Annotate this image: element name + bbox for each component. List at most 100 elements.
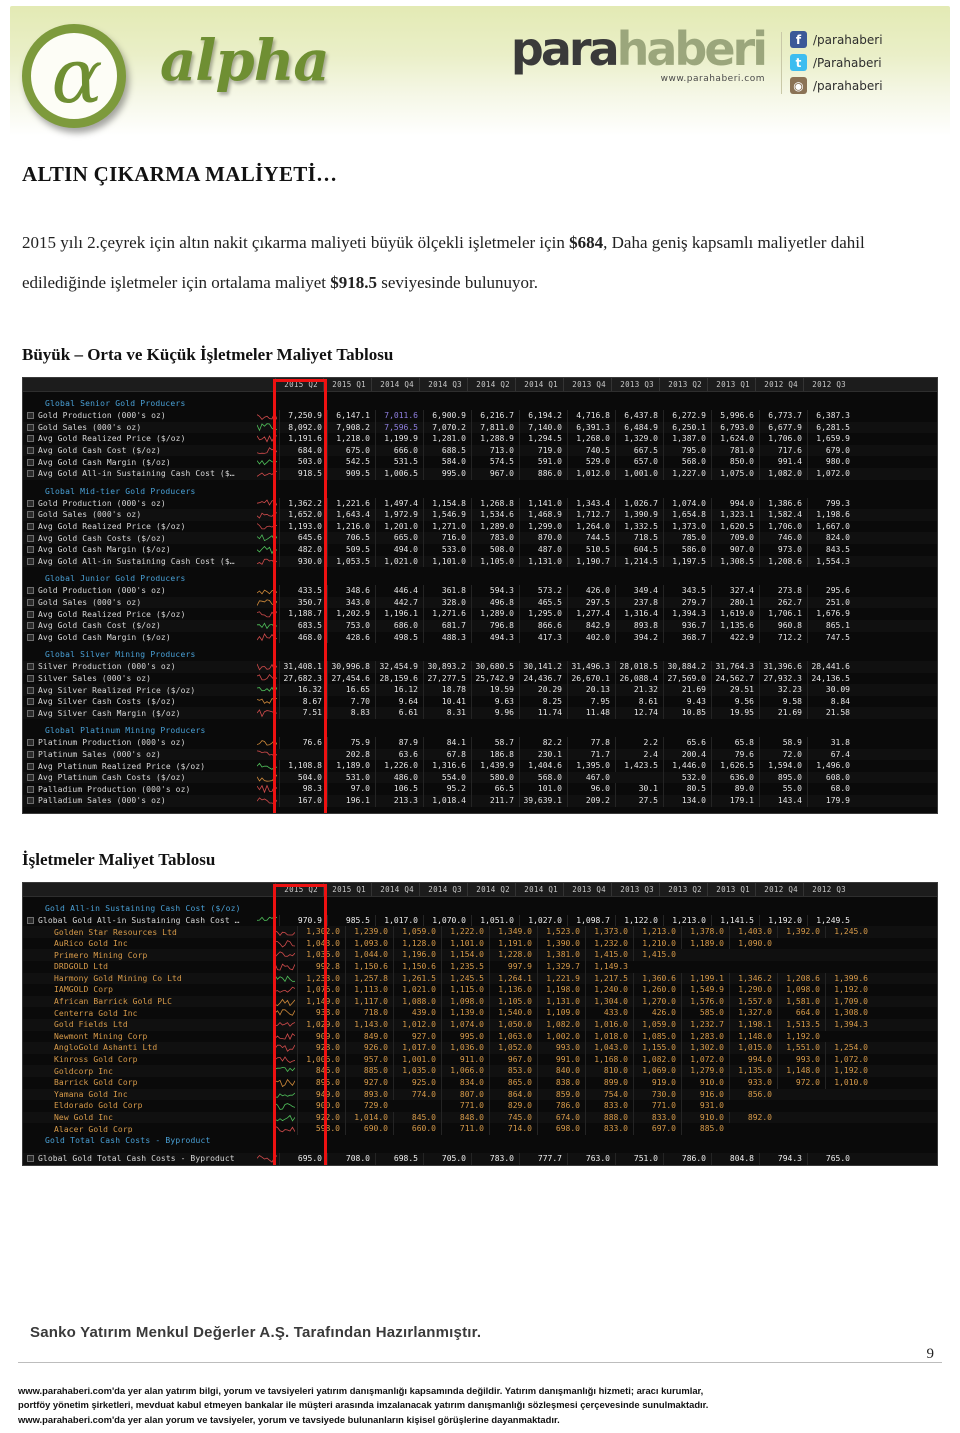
table-row[interactable]: Global Gold Total Cash Costs - Byproduct… [23, 1152, 937, 1165]
table-row[interactable]: New Gold Inc 922.0 1,014.0 845.0 848.0 745.0 6… [23, 1111, 937, 1124]
table-row[interactable]: Global Gold All-in Sustaining Cash Cost … [23, 914, 937, 927]
row-checkbox[interactable] [27, 709, 34, 717]
table-row[interactable]: Primero Mining Corp 1,036.0 1,044.0 1,196.0… [23, 949, 937, 961]
row-checkbox[interactable] [27, 546, 34, 554]
table-row[interactable]: Gold Production (000's oz) 7,250.9 6,147.1… [23, 410, 937, 422]
column-header-5[interactable]: 2014 Q1 [515, 882, 563, 896]
row-checkbox[interactable] [27, 412, 34, 420]
column-header-3[interactable]: 2014 Q3 [419, 378, 467, 391]
row-checkbox[interactable] [27, 557, 34, 565]
row-checkbox[interactable] [27, 674, 34, 682]
row-checkbox[interactable] [27, 523, 34, 531]
table-row[interactable]: Avg Gold Realized Price ($/oz) 1,191.6 1,2… [23, 433, 937, 445]
table-row[interactable]: Yamana Gold Inc 949.0 893.0 774.0 807.0 864.0… [23, 1088, 937, 1101]
row-checkbox[interactable] [27, 663, 34, 671]
table-row[interactable]: Kinross Gold Corp 1,006.0 957.0 1,001.0 911.… [23, 1053, 937, 1066]
table-row[interactable]: Barrick Gold Corp 895.0 927.0 925.0 834.0 865… [23, 1076, 937, 1089]
row-checkbox[interactable] [27, 435, 34, 443]
table-row[interactable]: Avg Gold Realized Price ($/oz) 1,193.0 1,2… [23, 520, 937, 533]
table-row[interactable]: Avg Gold Cash Margin ($/oz) 503.0 542.5 531… [23, 456, 937, 468]
row-checkbox[interactable] [27, 739, 34, 747]
table-row[interactable]: Avg Silver Realized Price ($/oz) 16.32 16.… [23, 684, 937, 696]
social-link-instagram[interactable]: ◉ /parahaberi [790, 74, 942, 97]
table-row[interactable]: Avg Gold Cash Margin ($/oz) 482.0 509.5 494… [23, 543, 937, 556]
table-row[interactable]: Golden Star Resources Ltd 1,302.0 1,239.0 1… [23, 926, 937, 938]
row-checkbox[interactable] [27, 785, 34, 793]
column-header-9[interactable]: 2013 Q1 [707, 882, 755, 896]
social-link-facebook[interactable]: f /parahaberi [790, 28, 942, 51]
row-checkbox[interactable] [27, 447, 34, 455]
column-header-1[interactable]: 2015 Q1 [323, 882, 371, 896]
column-header-6[interactable]: 2013 Q4 [563, 378, 611, 391]
column-header-8[interactable]: 2013 Q2 [659, 882, 707, 896]
column-header-9[interactable]: 2013 Q1 [707, 378, 755, 391]
column-header-6[interactable]: 2013 Q4 [563, 882, 611, 896]
table-row[interactable]: Palladium Sales (000's oz) 167.0 196.1 213.… [23, 795, 937, 807]
disclaimer-url-2[interactable]: www.parahaberi.com [18, 1414, 112, 1425]
row-checkbox[interactable] [27, 470, 34, 478]
table-row[interactable]: Newmont Mining Corp 909.0 849.0 927.0 995.0 1… [23, 1030, 937, 1043]
column-header-8[interactable]: 2013 Q2 [659, 378, 707, 391]
row-checkbox[interactable] [27, 534, 34, 542]
column-header-5[interactable]: 2014 Q1 [515, 378, 563, 391]
row-checkbox[interactable] [27, 1155, 34, 1163]
table-row[interactable]: African Barrick Gold PLC 1,149.0 1,117.0 1,… [23, 995, 937, 1008]
table-row[interactable]: Avg Platinum Cash Costs ($/oz) 504.0 531.0… [23, 771, 937, 784]
table-row[interactable]: Avg Gold All-in Sustaining Cash Cost ($…… [23, 467, 937, 480]
row-checkbox[interactable] [27, 458, 34, 466]
row-checkbox[interactable] [27, 499, 34, 507]
row-checkbox[interactable] [27, 622, 34, 630]
row-checkbox[interactable] [27, 511, 34, 519]
table-row[interactable]: Avg Silver Cash Margin ($/oz) 7.51 8.83 6.6… [23, 707, 937, 720]
table-row[interactable]: Avg Gold Cash Cost ($/oz) 683.5 753.0 686.0… [23, 619, 937, 632]
column-header-2[interactable]: 2014 Q4 [371, 378, 419, 391]
table-row[interactable]: Gold Sales (000's oz) 8,092.0 7,908.2 7,596… [23, 421, 937, 434]
column-header-3[interactable]: 2014 Q3 [419, 882, 467, 896]
table-row[interactable]: Silver Production (000's oz) 31,408.1 30,9… [23, 661, 937, 673]
table-row[interactable]: Avg Gold All-in Sustaining Cash Cost ($…… [23, 555, 937, 568]
row-checkbox[interactable] [27, 633, 34, 641]
row-checkbox[interactable] [27, 698, 34, 706]
table-row[interactable]: AngloGold Ashanti Ltd 928.0 926.0 1,017.0 1,… [23, 1042, 937, 1054]
column-header-0[interactable]: 2015 Q2 [275, 378, 323, 391]
column-header-10[interactable]: 2012 Q4 [755, 882, 803, 896]
table-row[interactable]: Avg Gold Realized Price ($/oz) 1,188.7 1,2… [23, 608, 937, 620]
table-row[interactable]: Gold Sales (000's oz) 1,652.0 1,643.4 1,972… [23, 509, 937, 521]
table-row[interactable]: Gold Sales (000's oz) 350.7 343.0 442.7 328.… [23, 596, 937, 609]
disclaimer-url-1[interactable]: www.parahaberi.com [18, 1385, 112, 1396]
table-row[interactable]: Alacer Gold Corp 598.0 690.0 660.0 711.0 714.… [23, 1123, 937, 1135]
table-row[interactable]: Gold Production (000's oz) 1,362.2 1,221.6… [23, 497, 937, 510]
table-row[interactable]: Platinum Production (000's oz) 76.6 75.9 87… [23, 737, 937, 749]
row-checkbox[interactable] [27, 587, 34, 595]
column-header-7[interactable]: 2013 Q3 [611, 378, 659, 391]
row-checkbox[interactable] [27, 423, 34, 431]
column-header-0[interactable]: 2015 Q2 [275, 882, 323, 896]
table-row[interactable]: Avg Gold Cash Costs ($/oz) 645.6 706.5 665.… [23, 532, 937, 544]
column-header-2[interactable]: 2014 Q4 [371, 882, 419, 896]
table-row[interactable]: Avg Gold Cash Margin ($/oz) 468.0 428.6 498… [23, 631, 937, 644]
column-header-4[interactable]: 2014 Q2 [467, 378, 515, 391]
table-row[interactable]: Harmony Gold Mining Co Ltd 1,233.0 1,257.8… [23, 972, 937, 985]
row-checkbox[interactable] [27, 750, 34, 758]
table-row[interactable]: Palladium Production (000's oz) 98.3 97.0 1… [23, 783, 937, 796]
table-row[interactable]: Centerra Gold Inc 938.0 718.0 439.0 1,139.0 1… [23, 1007, 937, 1019]
row-checkbox[interactable] [27, 916, 34, 924]
table-row[interactable]: Eldorado Gold Corp 900.0 729.0 771.0 829.0 78… [23, 1100, 937, 1112]
column-header-11[interactable]: 2012 Q3 [803, 378, 851, 391]
row-checkbox[interactable] [27, 774, 34, 782]
row-checkbox[interactable] [27, 599, 34, 607]
row-checkbox[interactable] [27, 797, 34, 805]
table-row[interactable]: DRDGOLD Ltd 992.8 1,150.6 1,150.6 1,235.5 997… [23, 961, 937, 973]
table-row[interactable]: Gold Fields Ltd 1,029.0 1,143.0 1,012.0 1,07… [23, 1018, 937, 1031]
social-link-twitter[interactable]: t /Parahaberi [790, 51, 942, 74]
row-checkbox[interactable] [27, 686, 34, 694]
table-row[interactable]: Silver Sales (000's oz) 27,682.3 27,454.6 2… [23, 672, 937, 685]
column-header-10[interactable]: 2012 Q4 [755, 378, 803, 391]
row-checkbox[interactable] [27, 610, 34, 618]
table-row[interactable]: Platinum Sales (000's oz) 202.8 63.6 67.8 18… [23, 748, 937, 761]
row-checkbox[interactable] [27, 762, 34, 770]
column-header-7[interactable]: 2013 Q3 [611, 882, 659, 896]
table-row[interactable]: Avg Gold Cash Cost ($/oz) 684.0 675.0 666.0… [23, 444, 937, 457]
table-row[interactable]: Avg Silver Cash Costs ($/oz) 8.67 7.70 9.64… [23, 695, 937, 708]
table-row[interactable]: IAMGOLD Corp 1,076.0 1,113.0 1,021.0 1,115.0… [23, 984, 937, 996]
